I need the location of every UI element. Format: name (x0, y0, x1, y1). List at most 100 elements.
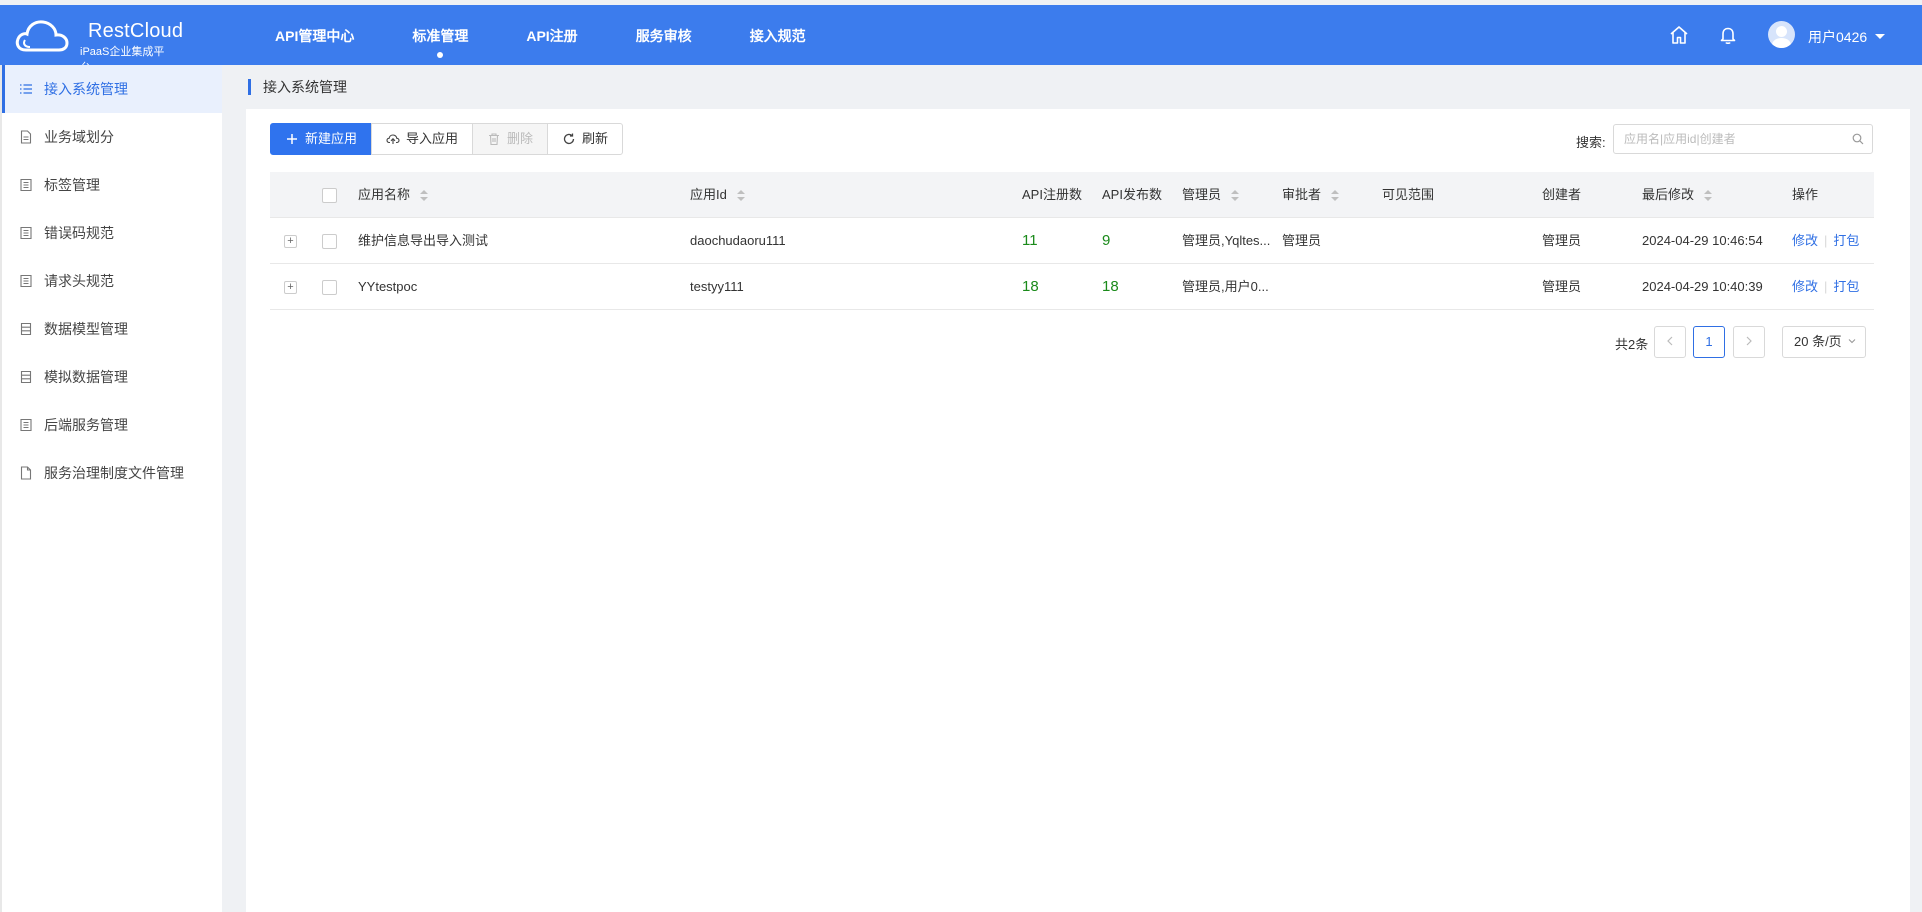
page-size-label: 20 条/页 (1794, 334, 1842, 349)
sidebar-item-label: 业务域划分 (44, 129, 114, 145)
header-modified: 最后修改 (1642, 172, 1713, 218)
sidebar-item-label: 数据模型管理 (44, 321, 128, 337)
new-app-label: 新建应用 (305, 131, 358, 146)
avatar[interactable] (1768, 21, 1795, 48)
cloud-upload-icon (386, 134, 400, 144)
sort-name-icon[interactable] (420, 189, 429, 202)
pagination: 共2条 1 20 条/页 (246, 326, 1910, 358)
cloud-logo-icon (15, 20, 69, 52)
topnav-label: API管理中心 (275, 28, 355, 44)
sort-admin-icon[interactable] (1231, 189, 1240, 202)
header-scope: 可见范围 (1382, 187, 1435, 202)
plus-icon (287, 134, 297, 144)
header-name-label: 应用名称 (358, 187, 411, 202)
cell-app-id: daochudaoru111 (690, 233, 786, 248)
expand-row-icon[interactable]: + (284, 235, 297, 248)
sidebar-item-label: 后端服务管理 (44, 417, 128, 433)
sidebar-item-label: 标签管理 (44, 177, 100, 193)
table-row: + YYtestpoc testyy111 18 18 管理员,用户0... 管… (270, 264, 1874, 310)
apps-table: 应用名称 应用Id API注册数 API发布数 管理员 审批者 可见范围 创建者… (270, 172, 1874, 310)
search-box (1613, 124, 1873, 154)
sidebar-item-business-domain[interactable]: 业务域划分 (2, 113, 222, 161)
home-icon[interactable] (1668, 24, 1690, 46)
next-page-button[interactable] (1733, 326, 1765, 358)
table-row: + 维护信息导出导入测试 daochudaoru111 11 9 管理员,Yql… (270, 218, 1874, 264)
topnav-item-api-register[interactable]: API注册 (497, 5, 606, 65)
header-admin-label: 管理员 (1182, 187, 1222, 202)
row-checkbox[interactable] (322, 234, 337, 249)
search-input[interactable] (1614, 125, 1834, 153)
form-icon (20, 418, 32, 432)
header-modified-label: 最后修改 (1642, 187, 1695, 202)
main-panel: 新建应用 导入应用 删除 刷新 搜索: 应用名称 应用Id API注册数 API… (246, 109, 1910, 912)
sidebar-item-label: 错误码规范 (44, 225, 114, 241)
brand-logo[interactable]: RestCloud iPaaS企业集成平台 (14, 13, 183, 74)
chevron-left-icon (1667, 336, 1673, 346)
chevron-right-icon (1746, 336, 1752, 346)
sort-modified-icon[interactable] (1704, 189, 1713, 202)
bell-icon[interactable] (1717, 24, 1739, 46)
topnav-label: API注册 (526, 28, 578, 44)
sidebar-item-access-system[interactable]: 接入系统管理 (2, 65, 222, 113)
user-caret-down-icon[interactable] (1875, 34, 1885, 39)
cell-creator: 管理员 (1542, 279, 1582, 294)
select-all-checkbox[interactable] (322, 188, 337, 203)
topnav-item-standards[interactable]: 标准管理 (383, 5, 497, 65)
import-app-button[interactable]: 导入应用 (371, 123, 474, 155)
header-approver: 审批者 (1282, 172, 1340, 218)
form-icon (20, 178, 32, 192)
sidebar-item-data-models[interactable]: 数据模型管理 (2, 305, 222, 353)
sidebar-item-governance-docs[interactable]: 服务治理制度文件管理 (2, 449, 222, 497)
header-app-id-label: 应用Id (690, 187, 727, 202)
header-approver-label: 审批者 (1282, 187, 1322, 202)
topnav-item-api-center[interactable]: API管理中心 (246, 5, 383, 65)
prev-page-button[interactable] (1654, 326, 1686, 358)
new-app-button[interactable]: 新建应用 (270, 123, 373, 155)
sidebar-item-label: 服务治理制度文件管理 (44, 465, 184, 481)
cell-creator: 管理员 (1542, 233, 1582, 248)
list-icon (20, 84, 32, 94)
cell-ops: 修改 | 打包 (1792, 218, 1859, 264)
delete-label: 删除 (507, 131, 534, 146)
sort-app-id-icon[interactable] (736, 189, 745, 202)
refresh-label: 刷新 (582, 131, 609, 146)
breadcrumb: 接入系统管理 (248, 79, 347, 95)
edit-link[interactable]: 修改 (1792, 279, 1818, 294)
cell-modified: 2024-04-29 10:40:39 (1642, 279, 1763, 294)
sort-approver-icon[interactable] (1331, 189, 1340, 202)
header-app-id: 应用Id (690, 172, 745, 218)
edit-link[interactable]: 修改 (1792, 233, 1818, 248)
user-name[interactable]: 用户0426 (1808, 27, 1867, 47)
cell-admin: 管理员,Yqltes... (1182, 233, 1271, 248)
sidebar-item-label: 接入系统管理 (44, 81, 128, 97)
cell-ops: 修改 | 打包 (1792, 264, 1859, 310)
cell-modified: 2024-04-29 10:46:54 (1642, 233, 1763, 248)
sidebar-item-backend-services[interactable]: 后端服务管理 (2, 401, 222, 449)
page-size-select[interactable]: 20 条/页 (1782, 326, 1866, 358)
sidebar-item-tags[interactable]: 标签管理 (2, 161, 222, 209)
refresh-button[interactable]: 刷新 (547, 123, 624, 155)
topnav-item-service-review[interactable]: 服务审核 (607, 5, 721, 65)
delete-button[interactable]: 删除 (472, 123, 549, 155)
row-checkbox[interactable] (322, 280, 337, 295)
topnav-label: 标准管理 (412, 28, 469, 44)
header-creator: 创建者 (1542, 187, 1582, 202)
expand-row-icon[interactable]: + (284, 281, 297, 294)
sidebar-item-mock-data[interactable]: 模拟数据管理 (2, 353, 222, 401)
pack-link[interactable]: 打包 (1833, 279, 1859, 294)
toolbar: 新建应用 导入应用 删除 刷新 (270, 123, 624, 155)
cell-app-id: testyy111 (690, 279, 744, 294)
file-icon (20, 466, 32, 480)
sidebar-item-request-headers[interactable]: 请求头规范 (2, 257, 222, 305)
sidebar-item-error-codes[interactable]: 错误码规范 (2, 209, 222, 257)
page-1-button[interactable]: 1 (1693, 326, 1725, 358)
table-header: 应用名称 应用Id API注册数 API发布数 管理员 审批者 可见范围 创建者… (270, 172, 1874, 218)
trash-icon (489, 133, 500, 146)
refresh-icon (563, 133, 575, 145)
topnav-item-access-spec[interactable]: 接入规范 (721, 5, 835, 65)
pack-link[interactable]: 打包 (1833, 233, 1859, 248)
pagination-total: 共2条 (1615, 337, 1649, 352)
search-icon[interactable] (1852, 133, 1864, 145)
cell-api-pub: 18 (1102, 278, 1119, 295)
header-ops: 操作 (1792, 187, 1819, 202)
